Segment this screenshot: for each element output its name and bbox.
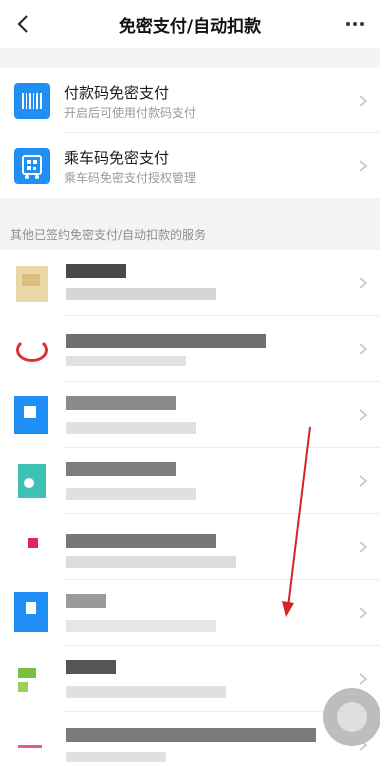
chevron-right-icon: [359, 673, 368, 685]
chevron-right-icon: [359, 160, 368, 172]
chevron-right-icon: [359, 277, 368, 289]
chevron-right-icon: [359, 475, 368, 487]
section-label: 其他已签约免密支付/自动扣款的服务: [10, 228, 207, 242]
list-item[interactable]: [0, 250, 380, 316]
chevron-right-icon: [359, 607, 368, 619]
top-nav-bar: 免密支付/自动扣款: [0, 0, 380, 48]
chevron-right-icon: [359, 95, 368, 107]
service-row-payment-code[interactable]: 付款码免密支付 开启后可使用付款码支付: [0, 68, 380, 133]
more-button[interactable]: [340, 12, 370, 36]
app-logo-icon: [18, 726, 42, 748]
bus-qrcode-icon: [14, 148, 50, 184]
chevron-right-icon: [359, 409, 368, 421]
barcode-icon: [14, 83, 50, 119]
list-item[interactable]: [0, 646, 380, 712]
app-logo-icon: [18, 668, 36, 678]
assistive-touch-button[interactable]: [323, 688, 380, 746]
service-row-transit-code[interactable]: 乘车码免密支付 乘车码免密支付授权管理: [0, 133, 380, 198]
primary-services-list: 付款码免密支付 开启后可使用付款码支付 乘车码免密支付 乘车码免密支付授权管理: [0, 68, 380, 198]
annotation-arrow: [282, 426, 311, 617]
list-item[interactable]: [0, 316, 380, 382]
more-dots-icon: [346, 22, 350, 26]
service-title: 乘车码免密支付: [64, 149, 170, 167]
page-title: 免密支付/自动扣款: [118, 17, 262, 37]
chevron-right-icon: [359, 541, 368, 553]
app-logo-icon: [28, 538, 38, 548]
service-subtitle: 开启后可使用付款码支付: [64, 106, 197, 120]
app-logo-icon: [16, 338, 48, 362]
service-subtitle: 乘车码免密支付授权管理: [64, 171, 197, 185]
service-title: 付款码免密支付: [64, 84, 170, 102]
chevron-right-icon: [359, 343, 368, 355]
